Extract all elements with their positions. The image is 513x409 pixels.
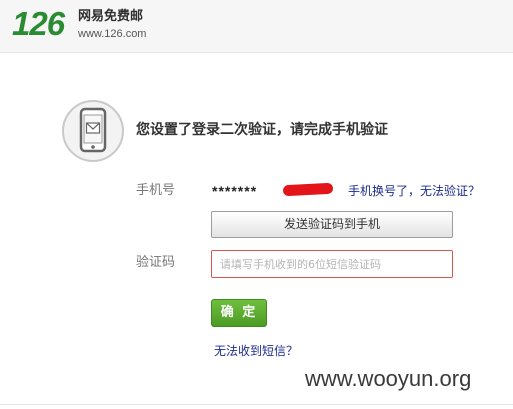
- page: 126 网易免费邮 www.126.com 您设置了登录二次验证，请完成手机验证…: [0, 0, 513, 409]
- send-code-button[interactable]: 发送验证码到手机: [211, 211, 453, 238]
- phone-mail-icon: [62, 100, 124, 162]
- logo-number[interactable]: 126: [12, 6, 65, 42]
- phone-mail-icon-graphic: [79, 107, 107, 153]
- phone-changed-link[interactable]: 手机换号了，无法验证？: [348, 183, 480, 199]
- watermark: www.wooyun.org: [305, 366, 472, 391]
- code-label: 验证码: [136, 255, 176, 270]
- redaction-mark: [282, 182, 334, 197]
- logo-name: 网易免费邮: [78, 9, 144, 24]
- phone-label: 手机号: [136, 183, 176, 198]
- page-title: 您设置了登录二次验证，请完成手机验证: [136, 122, 388, 138]
- verification-code-input[interactable]: [211, 250, 453, 278]
- logo-domain: www.126.com: [78, 28, 147, 40]
- no-sms-link[interactable]: 无法收到短信？: [214, 343, 298, 359]
- masked-phone-number: *******: [212, 183, 258, 199]
- bottom-divider: [0, 404, 513, 405]
- confirm-button[interactable]: 确 定: [211, 299, 267, 327]
- header: 126 网易免费邮 www.126.com: [0, 0, 513, 53]
